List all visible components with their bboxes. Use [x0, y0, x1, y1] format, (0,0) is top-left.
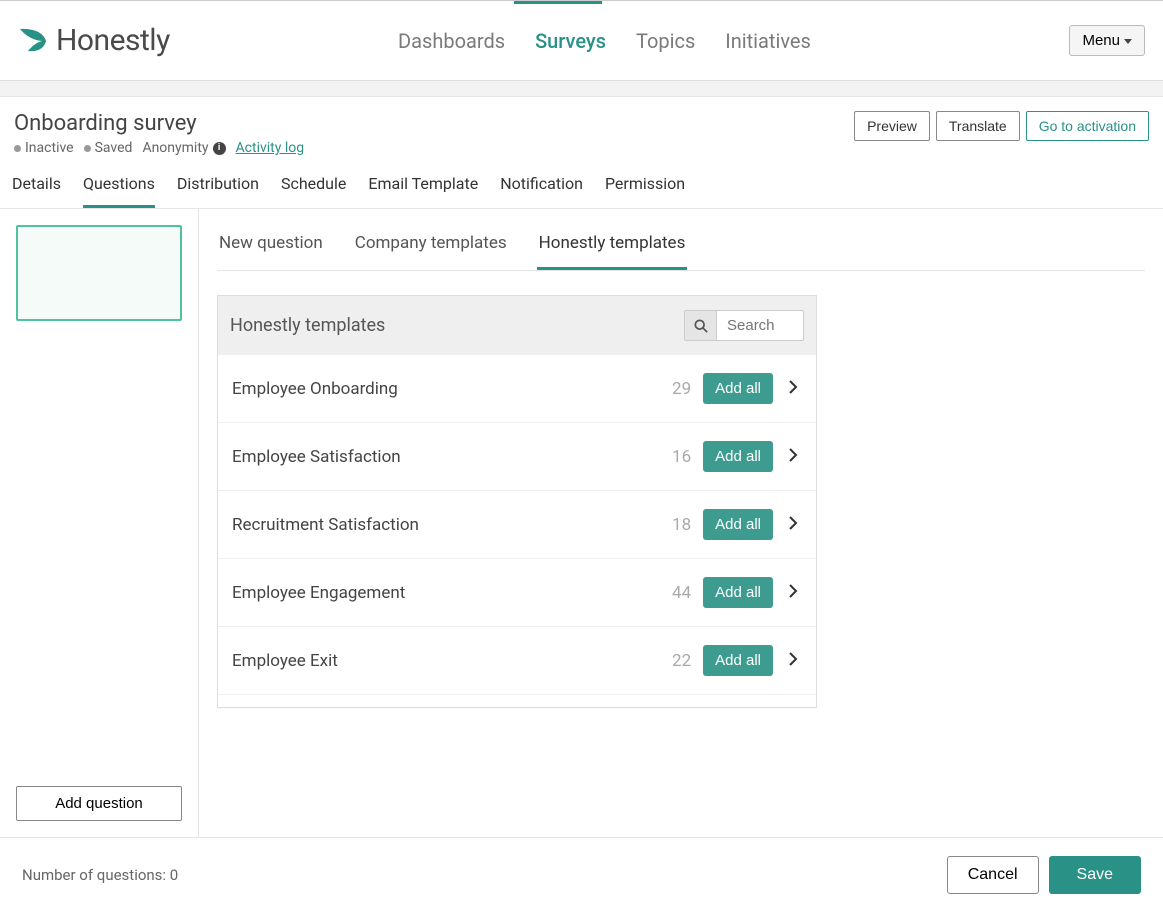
cancel-button[interactable]: Cancel [947, 856, 1039, 894]
add-all-button[interactable]: Add all [703, 373, 773, 404]
separator-band [0, 81, 1163, 97]
subtab-notification[interactable]: Notification [500, 174, 583, 208]
template-list[interactable]: Employee Onboarding29Add allEmployee Sat… [218, 355, 816, 707]
template-name: Recruitment Satisfaction [232, 515, 655, 535]
template-row: Employee Exit 22 Add all [218, 627, 816, 695]
expand-button[interactable] [785, 444, 802, 469]
template-name: Employee Engagement [232, 583, 655, 603]
tab-honestly-templates[interactable]: Honestly templates [537, 225, 688, 270]
leaf-icon [18, 27, 50, 55]
top-bar: Honestly Dashboards Surveys Topics Initi… [0, 1, 1163, 81]
survey-meta: Inactive Saved Anonymity i Activity log [14, 140, 304, 156]
question-sidebar: Add question [0, 209, 199, 837]
template-name: Employee Onboarding [232, 379, 655, 399]
translate-button[interactable]: Translate [936, 111, 1020, 141]
template-count: 16 [667, 447, 691, 467]
subtab-email-template[interactable]: Email Template [368, 174, 478, 208]
nav-surveys[interactable]: Surveys [535, 1, 606, 81]
brand-name: Honestly [56, 23, 170, 58]
template-count: 29 [667, 379, 691, 399]
template-name: Employee Exit [232, 651, 655, 671]
tab-company-templates[interactable]: Company templates [353, 225, 509, 270]
chevron-right-icon [789, 380, 798, 394]
info-icon[interactable]: i [213, 142, 226, 155]
add-all-button[interactable]: Add all [703, 441, 773, 472]
subtab-details[interactable]: Details [12, 174, 61, 208]
template-count: 18 [667, 515, 691, 535]
preview-button[interactable]: Preview [854, 111, 930, 141]
expand-button[interactable] [785, 580, 802, 605]
status-inactive: Inactive [14, 140, 74, 156]
chevron-right-icon [789, 652, 798, 666]
subtab-permission[interactable]: Permission [605, 174, 685, 208]
add-question-button[interactable]: Add question [16, 786, 182, 821]
header-actions: Preview Translate Go to activation [854, 111, 1149, 141]
status-saved: Saved [84, 140, 133, 156]
subtab-schedule[interactable]: Schedule [281, 174, 346, 208]
chevron-right-icon [789, 516, 798, 530]
caret-down-icon [1124, 39, 1132, 44]
subtab-distribution[interactable]: Distribution [177, 174, 259, 208]
menu-button[interactable]: Menu [1069, 25, 1145, 56]
footer-bar: Number of questions: 0 Cancel Save [0, 837, 1163, 912]
add-all-button[interactable]: Add all [703, 577, 773, 608]
activity-log-link[interactable]: Activity log [236, 140, 305, 156]
panel-title: Honestly templates [230, 315, 385, 336]
search-icon[interactable] [684, 310, 716, 341]
panel-header: Honestly templates [218, 296, 816, 355]
workspace: Add question New question Company templa… [0, 209, 1163, 837]
menu-label: Menu [1082, 32, 1120, 49]
go-to-activation-button[interactable]: Go to activation [1026, 111, 1149, 141]
survey-title: Onboarding survey [14, 111, 304, 136]
add-all-button[interactable]: Add all [703, 509, 773, 540]
template-row: Recruitment Satisfaction 18 Add all [218, 491, 816, 559]
expand-button[interactable] [785, 648, 802, 673]
expand-button[interactable] [785, 376, 802, 401]
page-header: Onboarding survey Inactive Saved Anonymi… [0, 97, 1163, 156]
question-count: Number of questions: 0 [22, 866, 178, 884]
nav-dashboards[interactable]: Dashboards [398, 1, 505, 81]
template-row: Employee Satisfaction 16 Add all [218, 423, 816, 491]
template-row: Employee Engagement 44 Add all [218, 559, 816, 627]
content-area: New question Company templates Honestly … [199, 209, 1163, 837]
chevron-right-icon [789, 584, 798, 598]
nav-topics[interactable]: Topics [636, 1, 695, 81]
chevron-right-icon [789, 448, 798, 462]
search-group [684, 310, 804, 341]
slide-thumbnail[interactable] [16, 225, 182, 321]
primary-nav: Dashboards Surveys Topics Initiatives [398, 1, 811, 81]
tab-new-question[interactable]: New question [217, 225, 325, 270]
add-all-button[interactable]: Add all [703, 645, 773, 676]
templates-panel: Honestly templates Employee Onboarding 29… [217, 295, 817, 708]
subtab-questions[interactable]: Questions [83, 174, 155, 208]
search-input[interactable] [716, 310, 804, 341]
template-count: 22 [667, 651, 691, 671]
anonymity-label: Anonymity i [142, 140, 225, 156]
template-row: Home Office Experience8Add all [218, 695, 816, 707]
survey-subtabs: Details Questions Distribution Schedule … [0, 156, 1163, 209]
brand-logo[interactable]: Honestly [18, 23, 170, 58]
nav-initiatives[interactable]: Initiatives [725, 1, 811, 81]
expand-button[interactable] [785, 512, 802, 537]
save-button[interactable]: Save [1049, 856, 1141, 894]
template-row: Employee Onboarding 29 Add all [218, 355, 816, 423]
template-name: Employee Satisfaction [232, 447, 655, 467]
template-count: 44 [667, 583, 691, 603]
source-tabs: New question Company templates Honestly … [217, 225, 1145, 271]
